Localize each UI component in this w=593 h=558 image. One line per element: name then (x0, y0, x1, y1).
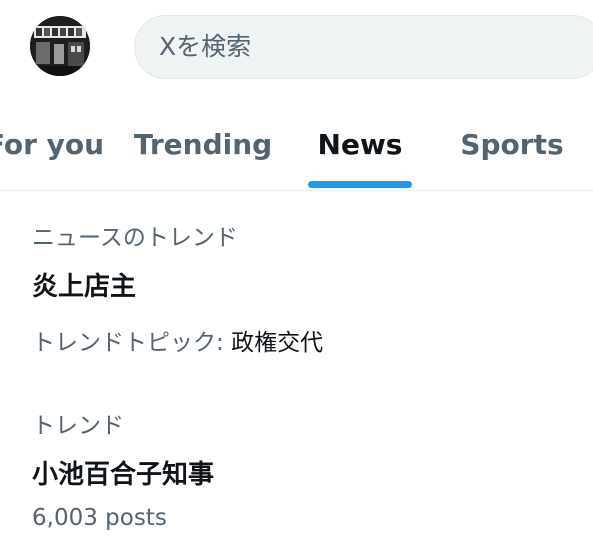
tab-bar: For you Trending News Sports (0, 108, 593, 191)
trend-category: トレンド (32, 413, 124, 439)
trend-title: 炎上店主 (32, 272, 137, 302)
tab-label: Sports (460, 128, 564, 161)
tab-sports[interactable]: Sports (452, 108, 572, 190)
tab-for-you[interactable]: For you (0, 108, 110, 190)
avatar[interactable] (30, 16, 90, 76)
trend-post-count: 6,003 posts (32, 505, 167, 531)
tab-label: Trending (133, 128, 273, 161)
trend-category: ニュースのトレンド (32, 225, 238, 251)
top-header: Xを検索 (0, 0, 593, 96)
search-placeholder: Xを検索 (159, 32, 252, 61)
active-tab-indicator (308, 181, 412, 188)
search-input[interactable]: Xを検索 (134, 15, 593, 79)
trend-meta-prefix: トレンドトピック: (32, 330, 232, 356)
avatar-photo-icon (30, 16, 90, 76)
tab-trending[interactable]: Trending (128, 108, 278, 190)
trend-title: 小池百合子知事 (32, 460, 215, 490)
tab-news[interactable]: News (300, 108, 420, 190)
tab-label: News (317, 128, 403, 161)
tab-label: For you (0, 128, 105, 161)
trend-meta: トレンドトピック: 政権交代 (32, 323, 323, 357)
trend-topic-link[interactable]: 政権交代 (231, 330, 323, 356)
